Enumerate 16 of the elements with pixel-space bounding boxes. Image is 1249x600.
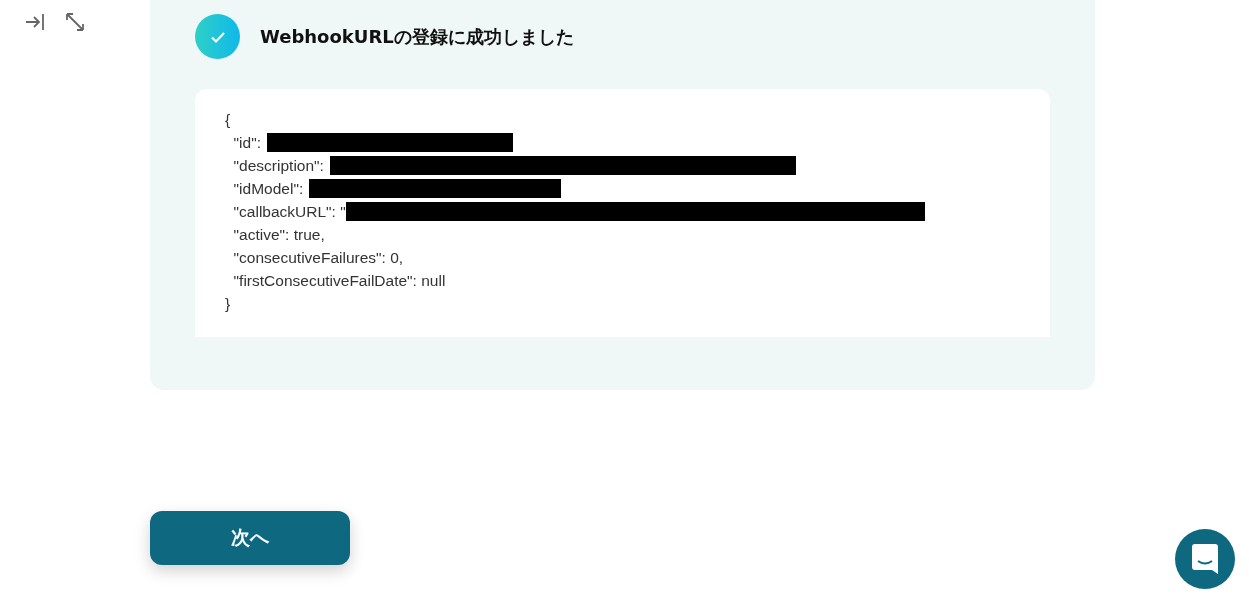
code-line: "callbackURL": "	[232, 202, 346, 221]
next-button[interactable]: 次へ	[150, 511, 350, 565]
code-line: "firstConsecutiveFailDate": null	[232, 271, 446, 290]
code-line: "consecutiveFailures": 0,	[232, 248, 404, 267]
chat-button[interactable]	[1175, 529, 1235, 589]
expand-icon[interactable]	[64, 11, 86, 33]
collapse-icon[interactable]	[24, 11, 46, 33]
chat-bubble-icon	[1192, 544, 1218, 574]
code-line: "id":	[232, 133, 261, 152]
result-title: WebhookURLの登録に成功しました	[260, 24, 574, 49]
code-line: "active": true,	[232, 225, 325, 244]
code-line: "idModel":	[232, 179, 304, 198]
code-line: }	[225, 294, 231, 313]
code-line: {	[225, 110, 231, 129]
code-line: "description":	[232, 156, 324, 175]
check-circle-icon	[195, 14, 240, 59]
